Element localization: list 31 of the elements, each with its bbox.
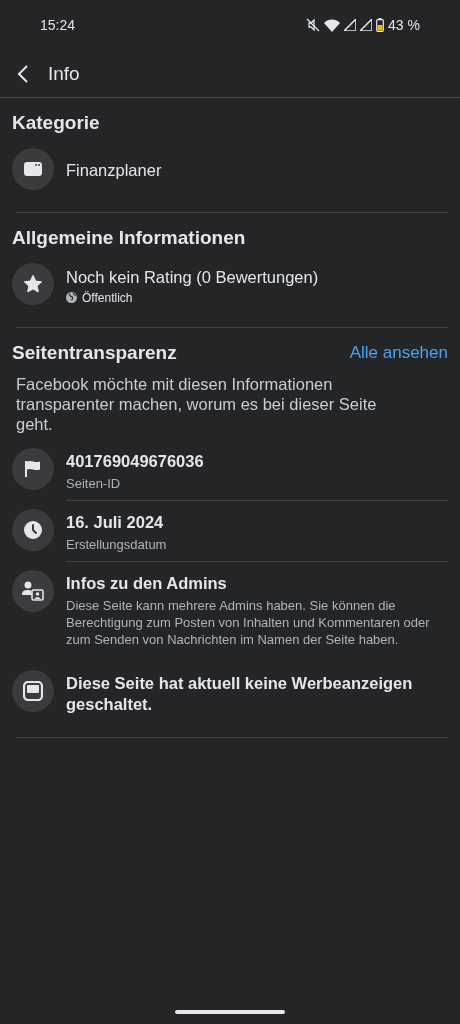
item-title: Diese Seite hat aktuell keine Werbeanzeigen geschaltet.: [66, 673, 414, 715]
see-all-link[interactable]: Alle ansehen: [349, 343, 448, 363]
item-title: 401769049676036: [66, 451, 205, 472]
signal-icon: [344, 19, 357, 31]
item-title: 16. Juli 2024: [66, 512, 165, 533]
clock-time: 15:24: [40, 17, 76, 33]
item-description: Erstellungsdatum: [66, 536, 168, 553]
item-title: Infos zu den Admins: [66, 573, 228, 594]
back-button[interactable]: [16, 63, 30, 84]
item-description: Diese Seite kann mehrere Admins haben. Sie können die Berechtigung zum Posten von Inhalten und Kommentaren oder zum Senden von Nachrichten im Namen der Seite haben.: [66, 597, 431, 648]
signal-icon: [360, 19, 373, 31]
card-icon: [24, 162, 42, 176]
item-description: Seiten-ID: [66, 475, 122, 492]
battery-percent: 43 %: [388, 17, 420, 33]
flag-icon: [25, 460, 41, 478]
mute-icon: [306, 18, 321, 32]
section-description: Facebook möchte mit diesen Informationen transparenter machen, worum es bei dieser Seite geht.: [16, 374, 378, 434]
section-heading: Seitentransparenz: [12, 342, 178, 364]
clock-icon: [23, 520, 43, 540]
wifi-icon: [324, 18, 341, 32]
globe-icon: [66, 292, 77, 303]
section-heading: Kategorie: [12, 112, 101, 134]
page-title: Info: [48, 62, 80, 85]
item-title: Noch kein Rating (0 Bewertungen): [66, 266, 320, 288]
battery-icon: [376, 18, 385, 32]
audience-label: Öffentlich: [82, 290, 133, 305]
item-title: Finanzplaner: [66, 160, 163, 181]
section-heading: Allgemeine Informationen: [12, 227, 247, 249]
screen-icon: [23, 681, 43, 701]
admins-icon: [22, 581, 44, 601]
star-icon: [23, 274, 43, 294]
